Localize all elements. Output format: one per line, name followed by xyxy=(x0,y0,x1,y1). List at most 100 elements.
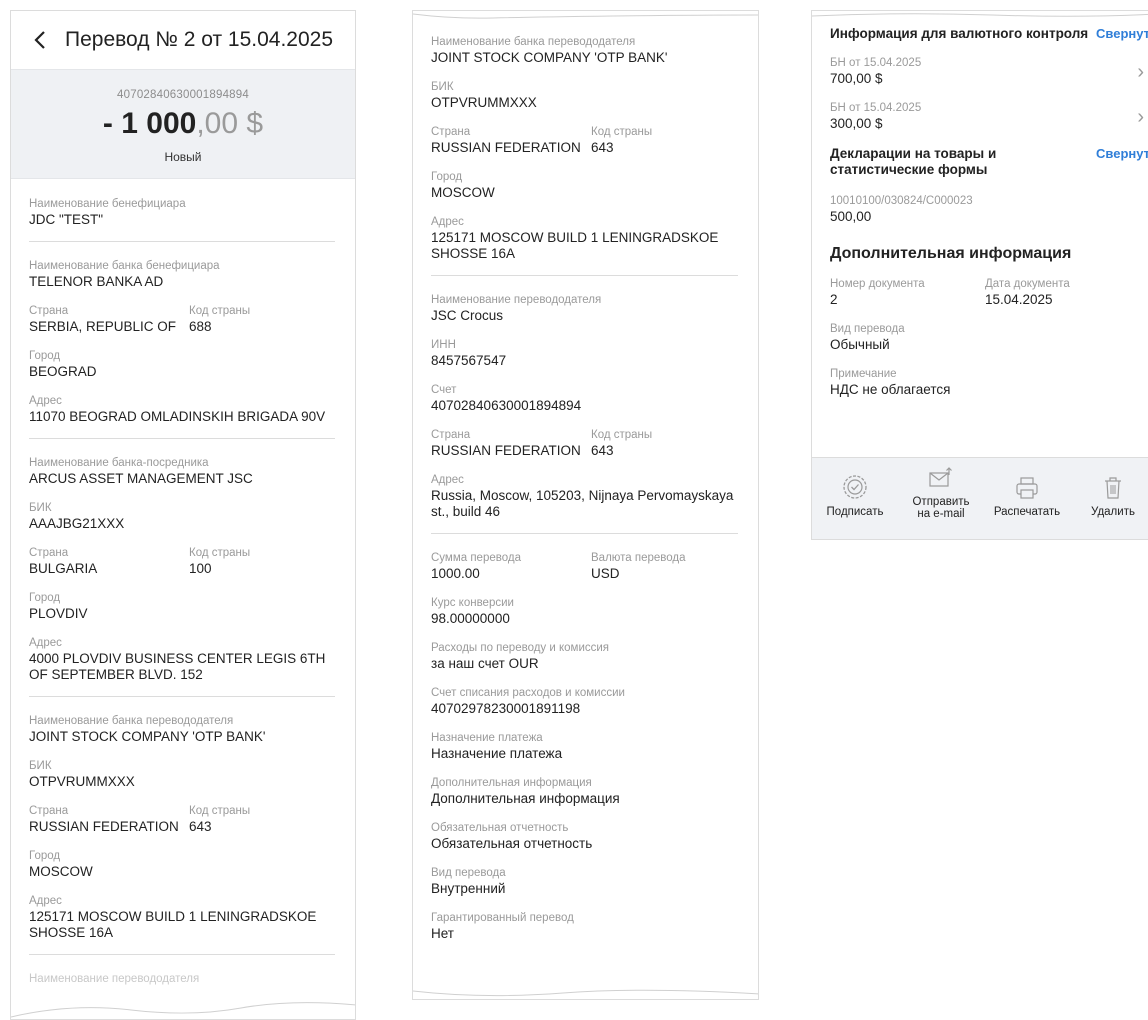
field-value: 700,00 $ xyxy=(830,71,883,86)
print-button[interactable]: Распечатать xyxy=(984,458,1070,539)
sender-bank-address-field: Адрес 125171 MOSCOW BUILD 1 LENINGRADSKO… xyxy=(431,215,740,262)
page-title: Перевод № 2 от 15.04.2025 xyxy=(65,28,334,51)
field-label: Счет списания расходов и комиссии xyxy=(431,687,625,699)
field-label: Код страны xyxy=(591,429,653,441)
transfer-kind-field: Вид перевода Внутренний xyxy=(431,866,740,897)
field-label: Наименование банка бенефициара xyxy=(29,260,220,272)
back-arrow-icon[interactable] xyxy=(29,29,51,51)
beneficiary-bank-country-row: Страна SERBIA, REPUBLIC OF Код страны 688 xyxy=(29,304,337,335)
sender-bank-field: Наименование банка перевододателя JOINT … xyxy=(431,35,740,66)
field-value: 15.04.2025 xyxy=(985,292,1053,307)
field-label: Адрес xyxy=(431,474,464,486)
chevron-right-icon: › xyxy=(1137,105,1144,128)
field-value: SERBIA, REPUBLIC OF xyxy=(29,319,177,334)
printer-icon xyxy=(984,466,1070,500)
conversion-rate-field: Курс конверсии 98.00000000 xyxy=(431,596,740,627)
torn-edge xyxy=(413,989,758,999)
field-value: TELENOR BANKA AD xyxy=(29,274,164,289)
sender-country-row: Страна RUSSIAN FEDERATION Код страны 643 xyxy=(431,428,740,459)
field-label: Наименование банка перевододателя xyxy=(431,36,636,48)
beneficiary-name-field: Наименование бенефициара JDC "TEST" xyxy=(29,197,337,228)
field-label: Город xyxy=(29,592,61,604)
field-value: USD xyxy=(591,566,620,581)
field-value: JOINT STOCK COMPANY 'OTP BANK' xyxy=(29,729,266,744)
send-email-label: Отправить на e-mail xyxy=(898,496,984,520)
field-value: 643 xyxy=(189,819,212,834)
sender-bank-city-field: Город MOSCOW xyxy=(431,170,740,201)
field-value: AAAJBG21XXX xyxy=(29,516,125,531)
collapse-link[interactable]: Свернуть xyxy=(1096,26,1148,41)
fee-account-field: Счет списания расходов и комиссии 407029… xyxy=(431,686,740,717)
field-label: Вид перевода xyxy=(830,323,905,335)
field-label: Наименование перевододателя xyxy=(431,294,602,306)
field-label: 10010100/030824/C000023 xyxy=(830,195,973,207)
field-value: RUSSIAN FEDERATION xyxy=(431,140,581,155)
field-label: ИНН xyxy=(431,339,456,351)
note-field: Примечание НДС не облагается xyxy=(830,367,1148,398)
field-value: 2 xyxy=(830,292,838,307)
field-label: Дополнительная информация xyxy=(431,777,592,789)
field-value: Дополнительная информация xyxy=(431,791,620,806)
field-label: Город xyxy=(431,171,463,183)
field-label: Обязательная отчетность xyxy=(431,822,569,834)
field-value: MOSCOW xyxy=(431,185,495,200)
field-label: Валюта перевода xyxy=(591,552,686,564)
field-label: Примечание xyxy=(830,368,897,380)
sign-button[interactable]: Подписать xyxy=(812,458,898,539)
field-value: Нет xyxy=(431,926,454,941)
account-number: 40702840630001894894 xyxy=(117,89,249,101)
sign-label: Подписать xyxy=(826,506,884,518)
sender-inn-field: ИНН 8457567547 xyxy=(431,338,740,369)
field-value: 688 xyxy=(189,319,212,334)
additional-info-field: Дополнительная информация Дополнительная… xyxy=(431,776,740,807)
field-label: Код страны xyxy=(189,305,251,317)
field-label: Назначение платежа xyxy=(431,732,543,744)
field-value: BEOGRAD xyxy=(29,364,97,379)
field-label: Код страны xyxy=(189,805,251,817)
field-value: за наш счет OUR xyxy=(431,656,539,671)
field-label: Расходы по переводу и комиссия xyxy=(431,642,610,654)
sender-bank-bik-field: БИК OTPVRUMMXXX xyxy=(431,80,740,111)
field-label: Сумма перевода xyxy=(431,552,521,564)
field-value: MOSCOW xyxy=(29,864,93,879)
section-title: Информация для валютного контроля xyxy=(830,26,1089,41)
collapse-link[interactable]: Свернуть xyxy=(1096,146,1148,161)
field-label: Адрес xyxy=(431,216,464,228)
trash-icon xyxy=(1070,466,1148,500)
mandatory-reporting-field: Обязательная отчетность Обязательная отч… xyxy=(431,821,740,852)
field-label: Дата документа xyxy=(985,278,1070,290)
field-label: Курс конверсии xyxy=(431,597,514,609)
section-title: Декларации на товары и статистические фо… xyxy=(830,146,997,177)
field-label: Код страны xyxy=(189,547,251,559)
field-label: Гарантированный перевод xyxy=(431,912,574,924)
divider xyxy=(29,241,335,242)
field-value: 125171 MOSCOW BUILD 1 LENINGRADSKOE SHOS… xyxy=(431,230,719,261)
field-value: 643 xyxy=(591,140,614,155)
field-value: RUSSIAN FEDERATION xyxy=(29,819,179,834)
field-label: Счет xyxy=(431,384,457,396)
send-email-button[interactable]: Отправить на e-mail xyxy=(898,458,984,539)
delete-button[interactable]: Удалить xyxy=(1070,458,1148,539)
field-value: Обычный xyxy=(830,337,890,352)
list-item[interactable]: БН от 15.04.2025 700,00 $ › xyxy=(830,56,1148,87)
field-label: Город xyxy=(29,850,61,862)
beneficiary-bank-address-field: Адрес 11070 BEOGRAD OMLADINSKIH BRIGADA … xyxy=(29,394,337,425)
sender-bank-country-row: Страна RUSSIAN FEDERATION Код страны 643 xyxy=(431,125,740,156)
field-value: JOINT STOCK COMPANY 'OTP BANK' xyxy=(431,50,668,65)
field-label: БН от 15.04.2025 xyxy=(830,57,922,69)
field-value: OTPVRUMMXXX xyxy=(29,774,135,789)
field-label: Наименование банка перевододателя xyxy=(29,715,234,727)
field-value: 500,00 xyxy=(830,209,872,224)
field-value: 40702978230001891198 xyxy=(431,701,581,716)
declarations-header: Декларации на товары и статистические фо… xyxy=(830,146,1148,178)
intermediary-bank-field: Наименование банка-посредника ARCUS ASSE… xyxy=(29,456,337,487)
sign-icon xyxy=(812,466,898,500)
email-send-icon xyxy=(898,462,984,490)
list-item[interactable]: БН от 15.04.2025 300,00 $ › xyxy=(830,101,1148,132)
field-value: ARCUS ASSET MANAGEMENT JSC xyxy=(29,471,253,486)
delete-label: Удалить xyxy=(1091,506,1135,518)
transfer-details-continued: Наименование банка перевододателя JOINT … xyxy=(412,10,759,1000)
section-title: Дополнительная информация xyxy=(830,245,1072,262)
torn-edge xyxy=(812,11,1148,18)
field-value: 4000 PLOVDIV BUSINESS CENTER LEGIS 6TH O… xyxy=(29,651,326,682)
